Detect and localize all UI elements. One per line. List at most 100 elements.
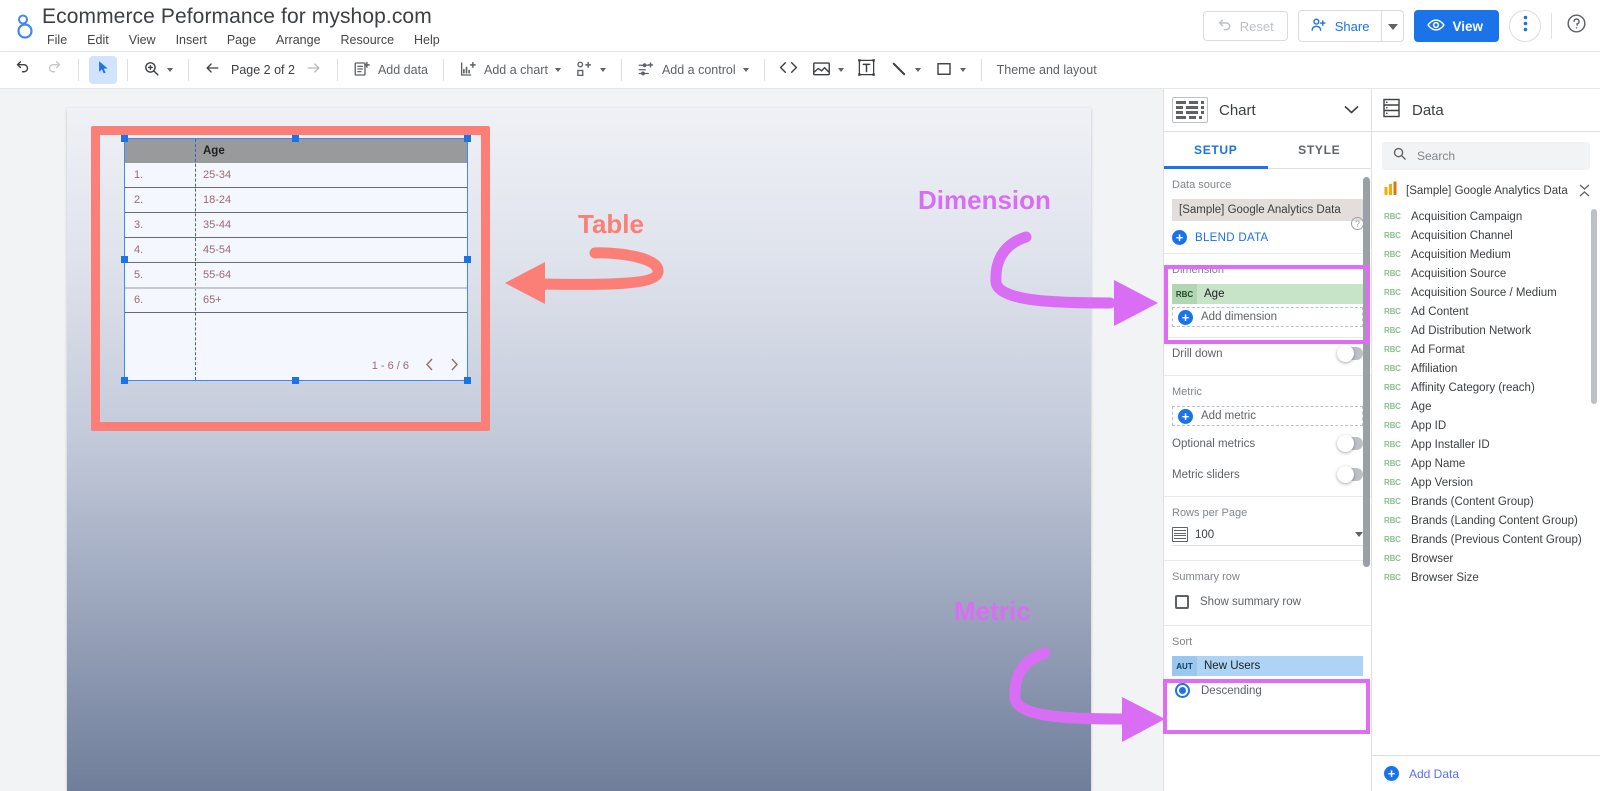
- field-name: Brands (Previous Content Group): [1411, 534, 1582, 546]
- dimension-section: Dimension RBC Age + Add dimension: [1164, 254, 1371, 338]
- list-item[interactable]: RBCApp Name: [1372, 454, 1600, 473]
- embed-button[interactable]: [775, 56, 803, 84]
- annotation-rect-table: [91, 126, 490, 431]
- menu-edit[interactable]: Edit: [77, 31, 119, 49]
- data-source-chip[interactable]: [Sample] Google Analytics Data: [1172, 199, 1363, 221]
- zoom-button[interactable]: [136, 56, 180, 84]
- menu-file[interactable]: File: [42, 31, 77, 49]
- rows-per-page-input[interactable]: 100: [1172, 527, 1363, 546]
- list-item[interactable]: RBCAffiliation: [1372, 359, 1600, 378]
- page-title[interactable]: Ecommerce Peformance for myshop.com: [42, 5, 432, 29]
- image-button[interactable]: [805, 56, 851, 84]
- menu-page[interactable]: Page: [217, 31, 266, 49]
- looker-studio-logo-icon[interactable]: [10, 10, 44, 44]
- menu-bar: File Edit View Insert Page Arrange Resou…: [42, 31, 450, 49]
- data-list-icon: [1382, 97, 1401, 124]
- blend-data-button[interactable]: + BLEND DATA: [1172, 230, 1363, 245]
- rectangle-button[interactable]: [928, 56, 973, 84]
- sort-field-chip[interactable]: AUT New Users: [1172, 656, 1363, 676]
- line-button[interactable]: [883, 56, 928, 84]
- menu-view[interactable]: View: [119, 31, 166, 49]
- list-item[interactable]: RBCAd Format: [1372, 340, 1600, 359]
- dimension-field-chip[interactable]: RBC Age: [1172, 284, 1363, 304]
- list-item[interactable]: RBCAcquisition Channel: [1372, 226, 1600, 245]
- undo-button[interactable]: [8, 56, 36, 84]
- add-control-button[interactable]: Add a control: [630, 56, 756, 84]
- list-item[interactable]: RBCBrands (Landing Content Group): [1372, 511, 1600, 530]
- field-name: Brands (Landing Content Group): [1411, 515, 1578, 527]
- menu-help[interactable]: Help: [404, 31, 450, 49]
- search-icon: [1392, 146, 1407, 166]
- list-item[interactable]: RBCAffinity Category (reach): [1372, 378, 1600, 397]
- search-input[interactable]: Search: [1382, 142, 1590, 170]
- chevron-down-icon[interactable]: [1344, 101, 1359, 119]
- add-data-button[interactable]: + Add Data: [1372, 755, 1600, 791]
- text-box-button[interactable]: [853, 56, 881, 84]
- list-item[interactable]: RBCAcquisition Campaign: [1372, 207, 1600, 226]
- drill-down-row[interactable]: Drill down: [1164, 338, 1371, 376]
- sort-descending-radio[interactable]: [1175, 683, 1190, 698]
- list-item[interactable]: RBCAge: [1372, 397, 1600, 416]
- add-chart-button[interactable]: Add a chart: [452, 56, 568, 84]
- list-item[interactable]: RBCAcquisition Source: [1372, 264, 1600, 283]
- add-data-button[interactable]: Add data: [346, 56, 435, 84]
- list-item[interactable]: RBCAd Distribution Network: [1372, 321, 1600, 340]
- line-icon: [890, 60, 908, 81]
- optional-metrics-row[interactable]: Optional metrics: [1164, 428, 1371, 459]
- plus-circle-icon: +: [1178, 310, 1193, 325]
- list-item[interactable]: RBCApp Installer ID: [1372, 435, 1600, 454]
- chart-panel-scrollbar[interactable]: [1363, 177, 1370, 567]
- theme-and-layout-button[interactable]: Theme and layout: [990, 56, 1104, 84]
- optional-metrics-toggle[interactable]: [1337, 437, 1363, 450]
- menu-arrange[interactable]: Arrange: [266, 31, 330, 49]
- toolbar-divider: [981, 59, 982, 81]
- table-chart-icon[interactable]: [1172, 97, 1208, 123]
- help-button[interactable]: [1562, 12, 1590, 40]
- metric-sliders-row[interactable]: Metric sliders: [1164, 459, 1371, 497]
- share-dropdown-button[interactable]: [1381, 11, 1403, 41]
- drill-down-toggle[interactable]: [1337, 347, 1363, 360]
- show-summary-row-checkbox-row[interactable]: Show summary row: [1172, 591, 1363, 609]
- tab-style[interactable]: STYLE: [1268, 132, 1372, 168]
- select-tool-button[interactable]: [89, 56, 117, 84]
- menu-insert[interactable]: Insert: [166, 31, 217, 49]
- menu-resource[interactable]: Resource: [331, 31, 405, 49]
- tab-setup[interactable]: SETUP: [1164, 132, 1268, 168]
- field-name: Ad Format: [1411, 344, 1465, 356]
- list-item[interactable]: RBCAcquisition Source / Medium: [1372, 283, 1600, 302]
- share-button[interactable]: Share: [1299, 11, 1382, 41]
- view-button[interactable]: View: [1414, 10, 1499, 42]
- field-list[interactable]: RBCAcquisition Campaign RBCAcquisition C…: [1372, 207, 1600, 587]
- list-item[interactable]: RBCAd Content: [1372, 302, 1600, 321]
- field-name: Age: [1411, 401, 1431, 413]
- add-dimension-button[interactable]: + Add dimension: [1172, 307, 1363, 327]
- prev-page-button[interactable]: [203, 60, 222, 81]
- field-type-tag: RBC: [1384, 231, 1401, 240]
- rows-per-page-section: Rows per Page 100: [1164, 497, 1371, 561]
- sort-label: Sort: [1172, 636, 1363, 648]
- show-summary-row-checkbox[interactable]: [1175, 595, 1189, 609]
- field-name: Acquisition Campaign: [1411, 211, 1522, 223]
- field-list-scrollbar[interactable]: [1591, 209, 1597, 404]
- list-item[interactable]: RBCBrowser: [1372, 549, 1600, 568]
- list-item[interactable]: RBCBrowser Size: [1372, 568, 1600, 587]
- annotation-label-dimension: Dimension: [918, 185, 1051, 216]
- list-item[interactable]: RBCApp ID: [1372, 416, 1600, 435]
- list-item[interactable]: RBCAcquisition Medium: [1372, 245, 1600, 264]
- reset-button[interactable]: Reset: [1203, 11, 1288, 41]
- add-component-button[interactable]: [568, 56, 613, 84]
- field-type-tag: RBC: [1384, 440, 1401, 449]
- list-item[interactable]: RBCApp Version: [1372, 473, 1600, 492]
- metric-sliders-toggle[interactable]: [1337, 468, 1363, 481]
- chevron-down-icon: [838, 68, 844, 72]
- field-name: Ad Distribution Network: [1411, 325, 1531, 337]
- list-item[interactable]: RBCBrands (Previous Content Group): [1372, 530, 1600, 549]
- data-source-header[interactable]: [Sample] Google Analytics Data: [1372, 170, 1600, 207]
- collapse-icon[interactable]: [1579, 184, 1590, 198]
- list-item[interactable]: RBCBrands (Content Group): [1372, 492, 1600, 511]
- sort-descending-row[interactable]: Descending: [1172, 676, 1363, 698]
- more-options-button[interactable]: [1509, 10, 1541, 42]
- next-page-button[interactable]: [304, 60, 323, 81]
- redo-button[interactable]: [40, 56, 68, 84]
- add-metric-button[interactable]: + Add metric: [1172, 406, 1363, 426]
